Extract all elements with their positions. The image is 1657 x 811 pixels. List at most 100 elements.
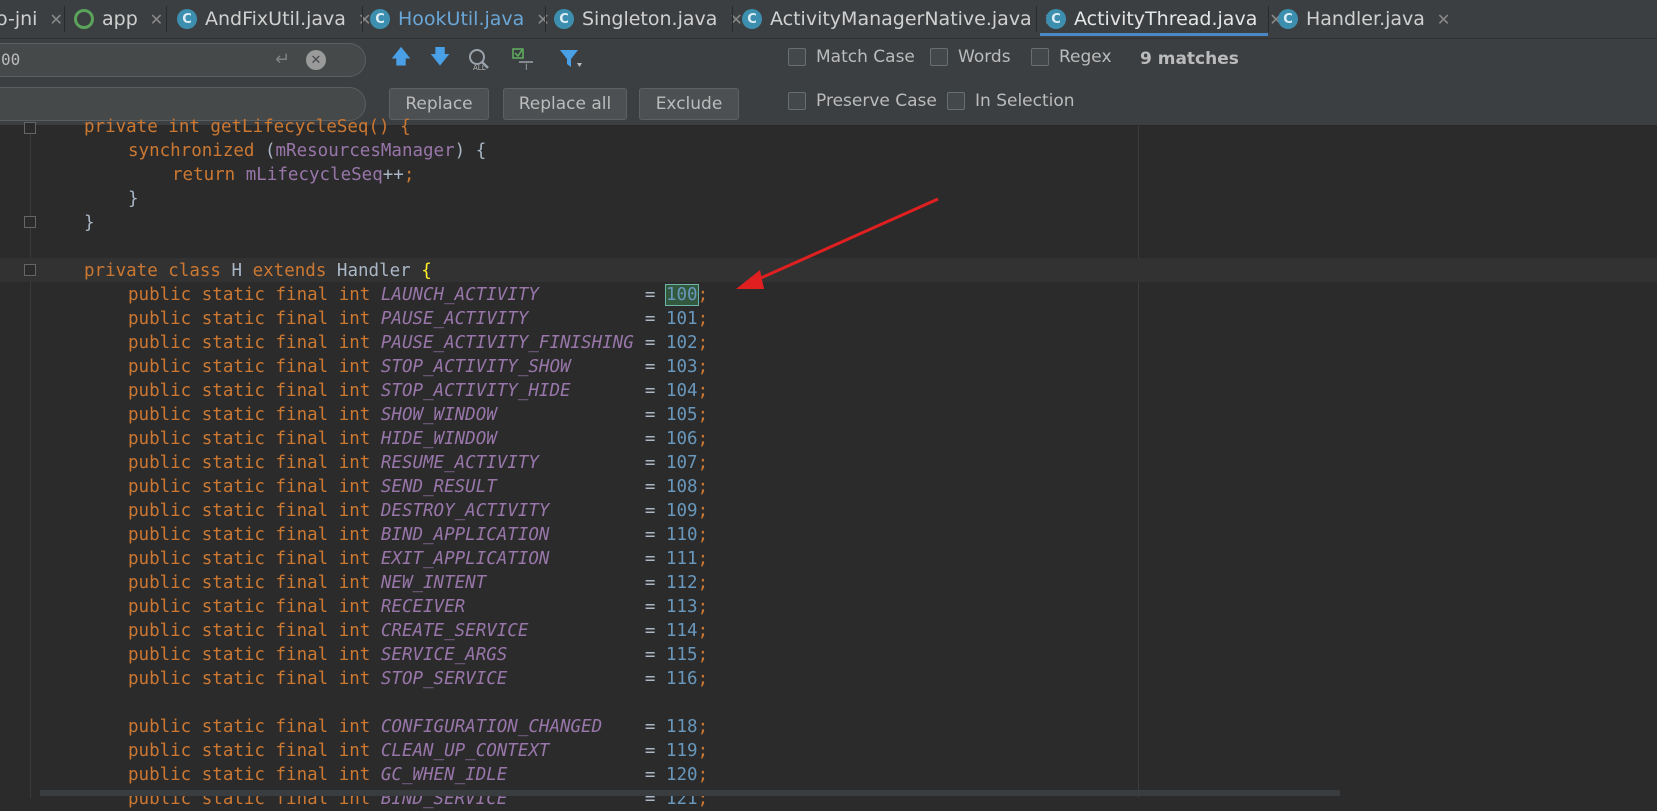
modifiers: public static final int <box>128 645 371 665</box>
modifiers: public static final int <box>128 549 371 569</box>
modifiers: public static final int <box>128 741 371 761</box>
checkbox-label: Match Case <box>816 47 915 67</box>
regex-checkbox[interactable]: Regex <box>1031 47 1112 67</box>
tab-separator <box>166 6 167 32</box>
constant-name: SERVICE_ARGS <box>380 645 508 665</box>
clear-icon[interactable]: ✕ <box>306 50 326 70</box>
tab-separator <box>64 6 65 32</box>
tab-handler[interactable]: C Handler.java ✕ <box>1278 4 1450 34</box>
constant-value: 116 <box>665 669 698 689</box>
constant-name: RESUME_ACTIVITY <box>380 453 539 473</box>
tab-singleton[interactable]: C Singleton.java ✕ <box>554 4 743 34</box>
constant-line: public static final int PAUSE_ACTIVITY_F… <box>128 333 709 353</box>
constant-line: public static final int NEW_INTENT = 112; <box>128 573 709 593</box>
checkbox-label: Words <box>958 47 1011 67</box>
constant-line: public static final int EXIT_APPLICATION… <box>128 549 709 569</box>
fold-icon[interactable] <box>24 264 36 276</box>
tab-activitythread[interactable]: C ActivityThread.java ✕ <box>1046 4 1283 34</box>
svg-text:ALL: ALL <box>473 64 486 71</box>
constant-value: 112 <box>665 573 698 593</box>
select-all-occurrences-button[interactable]: I <box>510 45 538 73</box>
constant-name: BIND_APPLICATION <box>380 525 550 545</box>
constant-name: HIDE_WINDOW <box>380 429 497 449</box>
close-icon[interactable]: ✕ <box>150 10 163 29</box>
constant-line: public static final int CLEAN_UP_CONTEXT… <box>128 741 709 761</box>
tab-label: ActivityThread.java <box>1074 8 1258 30</box>
constant-line: public static final int STOP_ACTIVITY_SH… <box>128 357 709 377</box>
search-input[interactable]: 00 ↵ ✕ <box>0 43 366 77</box>
java-class-icon: C <box>370 9 390 29</box>
match-case-checkbox[interactable]: Match Case <box>788 47 915 67</box>
checkbox-box <box>788 92 806 110</box>
horizontal-scrollbar[interactable] <box>40 790 1340 796</box>
modifiers: public static final int <box>128 525 371 545</box>
find-all-button[interactable]: ALL <box>465 45 493 73</box>
constant-name: CREATE_SERVICE <box>380 621 529 641</box>
constant-value: 104 <box>665 381 698 401</box>
code-line: } <box>128 189 139 209</box>
constant-name: GC_WHEN_IDLE <box>380 765 508 785</box>
constant-value: 108 <box>665 477 698 497</box>
tab-hookutil[interactable]: C HookUtil.java ✕ <box>370 4 550 34</box>
modifiers: public static final int <box>128 717 371 737</box>
checkbox-box <box>930 48 948 66</box>
tab-separator <box>1268 6 1269 32</box>
constant-name: DESTROY_ACTIVITY <box>380 501 550 521</box>
in-selection-checkbox[interactable]: In Selection <box>947 91 1075 111</box>
close-icon[interactable]: ✕ <box>49 10 62 29</box>
tab-separator <box>362 6 363 32</box>
fold-icon[interactable] <box>24 216 36 228</box>
constant-value: 114 <box>665 621 698 641</box>
constant-line: public static final int STOP_ACTIVITY_HI… <box>128 381 709 401</box>
previous-occurrence-button[interactable]: 🡅 <box>387 44 415 73</box>
tab-label: HookUtil.java <box>398 8 525 30</box>
constant-line: public static final int PAUSE_ACTIVITY = … <box>128 309 709 329</box>
java-class-icon: C <box>177 9 197 29</box>
preserve-case-checkbox[interactable]: Preserve Case <box>788 91 937 111</box>
code-line: private class H extends Handler { <box>84 261 432 281</box>
find-all-icon: ALL <box>469 49 489 71</box>
java-class-icon: C <box>554 9 574 29</box>
editor-tab-bar: o-jni ✕ app ✕ C AndFixUtil.java ✕ C HookUtil.… <box>0 0 1657 39</box>
filter-button[interactable] <box>557 45 585 73</box>
modifiers: public static final int <box>128 597 371 617</box>
replace-all-button[interactable]: Replace all <box>503 88 627 120</box>
java-class-icon: C <box>1046 9 1066 29</box>
checkbox-box <box>947 92 965 110</box>
tab-andfixutil[interactable]: C AndFixUtil.java ✕ <box>177 4 371 34</box>
arrow-down-icon: 🡇 <box>429 44 451 68</box>
words-checkbox[interactable]: Words <box>930 47 1011 67</box>
checkbox-label: Regex <box>1059 47 1112 67</box>
constant-value: 105 <box>665 405 698 425</box>
constant-name: SHOW_WINDOW <box>380 405 497 425</box>
modifiers: public static final int <box>128 669 371 689</box>
constant-line: public static final int SEND_RESULT = 108… <box>128 477 709 497</box>
close-icon[interactable]: ✕ <box>1437 10 1450 29</box>
modifiers: public static final int <box>128 405 371 425</box>
tab-label: Singleton.java <box>582 8 718 30</box>
constant-name: CONFIGURATION_CHANGED <box>380 717 603 737</box>
close-icon[interactable]: ✕ <box>536 10 549 29</box>
right-margin-guide <box>1138 126 1139 798</box>
tab-o-jni[interactable]: o-jni ✕ <box>0 4 63 34</box>
checkbox-box <box>788 48 806 66</box>
next-occurrence-button[interactable]: 🡇 <box>426 44 454 73</box>
constant-line: public static final int BIND_APPLICATION… <box>128 525 709 545</box>
modifiers: public static final int <box>128 453 371 473</box>
tab-activitymanagernative[interactable]: CActivityManagerNative.java✕ <box>742 4 1057 34</box>
constant-line: public static final int DESTROY_ACTIVITY… <box>128 501 709 521</box>
tab-label: app <box>102 8 138 30</box>
checkbox-label: Preserve Case <box>816 91 937 111</box>
modifiers: public static final int <box>128 333 371 353</box>
enter-icon[interactable]: ↵ <box>275 49 290 70</box>
constant-value: 107 <box>665 453 698 473</box>
constant-value: 101 <box>665 309 698 329</box>
java-class-icon: C <box>1278 9 1298 29</box>
tab-app[interactable]: app ✕ <box>74 4 163 34</box>
select-occurrences-icon: I <box>512 48 533 71</box>
tab-label: o-jni <box>0 8 38 30</box>
exclude-button[interactable]: Exclude <box>639 88 739 120</box>
arrow-up-icon: 🡅 <box>390 44 412 68</box>
fold-icon[interactable] <box>24 122 36 134</box>
tab-separator <box>545 6 546 32</box>
